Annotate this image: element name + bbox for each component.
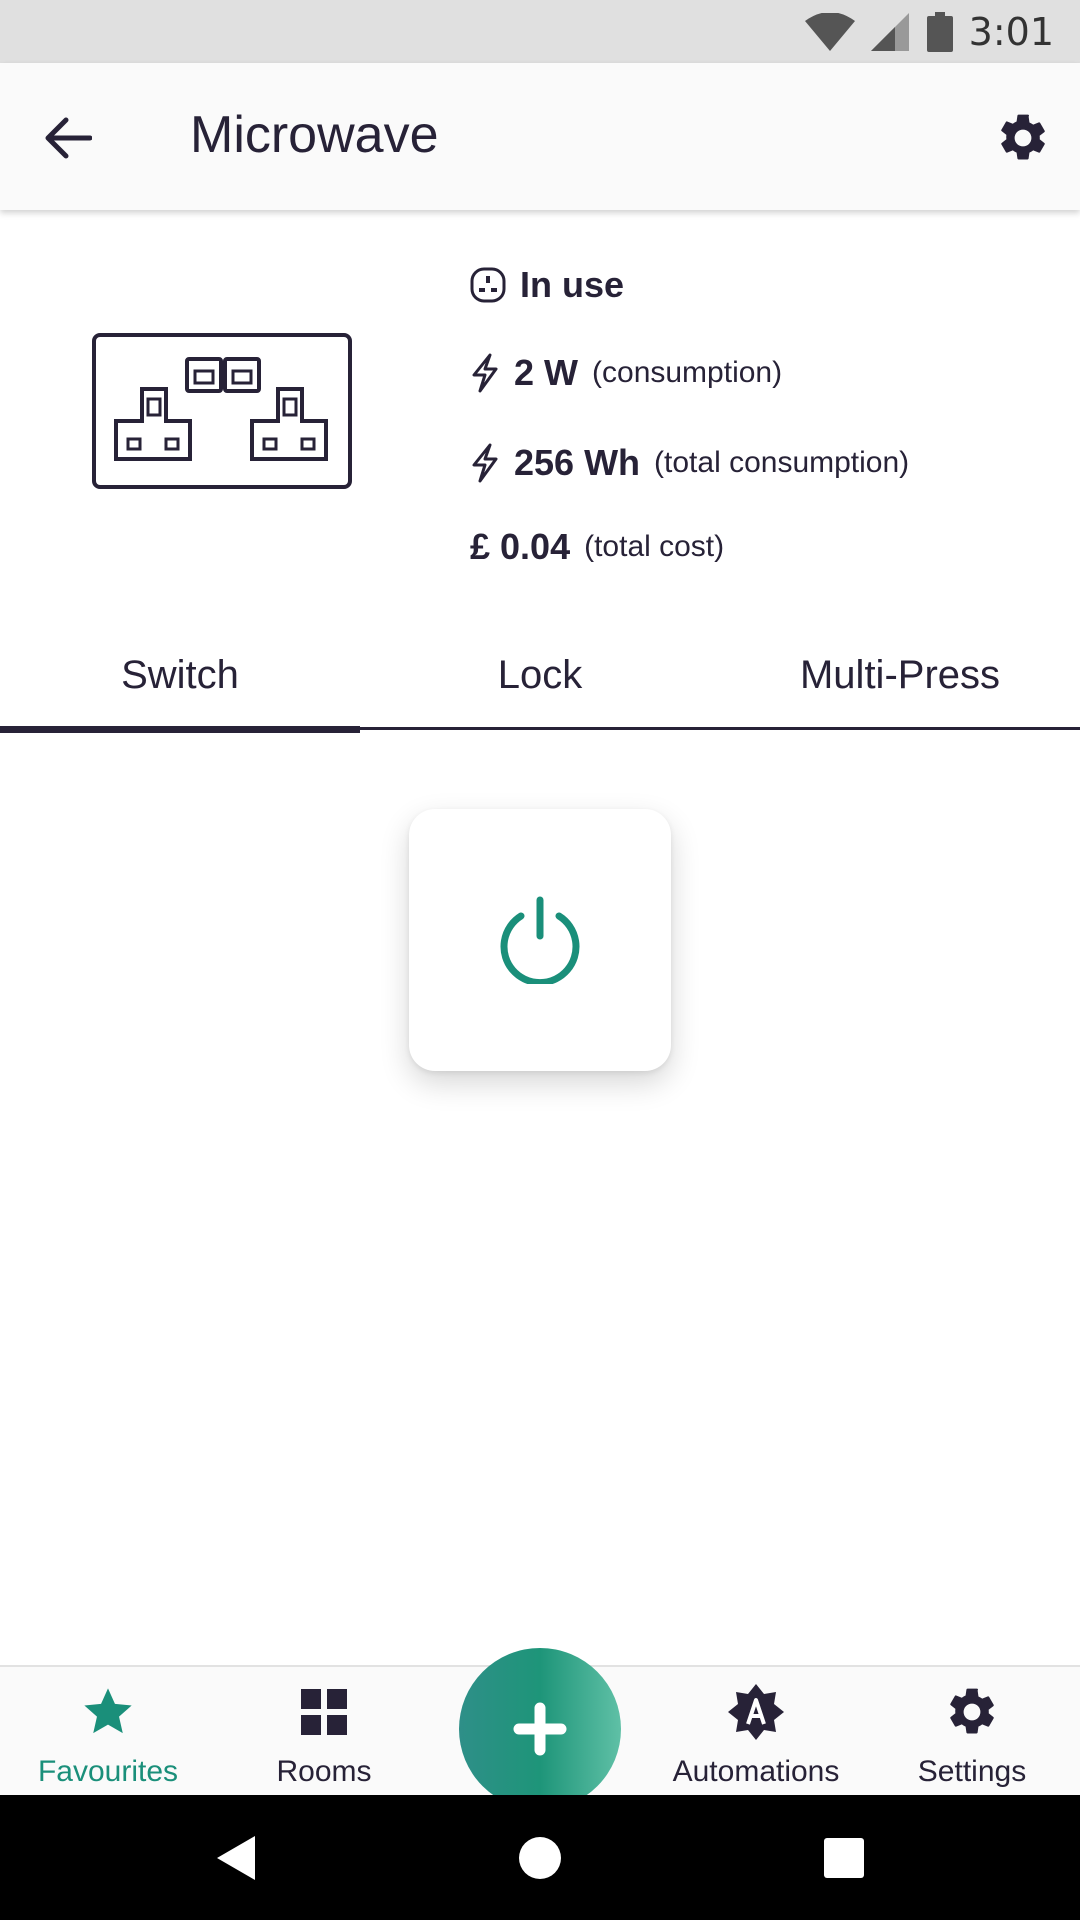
nav-label: Favourites [37,1755,179,1788]
automation-icon [726,1683,786,1741]
page-title: Microwave [190,106,439,164]
triangle-back-icon [217,1835,255,1880]
back-button[interactable] [38,108,98,168]
system-recents-button[interactable] [784,1795,904,1920]
power-toggle-button[interactable] [409,809,671,1071]
square-recents-icon [824,1837,864,1878]
nav-automations[interactable]: Automations [648,1667,864,1797]
grid-icon [301,1683,347,1741]
add-button[interactable] [459,1648,621,1810]
system-home-button[interactable] [480,1795,600,1920]
energy-value: 256 Wh [514,442,641,483]
bolt-icon [472,443,498,483]
plug-icon [470,267,506,303]
nav-label: Rooms [276,1755,372,1788]
bolt-icon [472,353,498,393]
device-status: In use [520,264,625,305]
system-navigation-bar [0,1795,1080,1920]
energy-label: (total consumption) [654,446,910,479]
tab-switch[interactable]: Switch [0,620,360,733]
plus-icon [513,1702,567,1756]
system-back-button[interactable] [176,1795,296,1920]
status-bar: 3:01 [0,0,1080,63]
status-row: In use [470,264,624,306]
energy-row: 256 Wh (total consumption) [470,442,909,484]
nav-label: Automations [672,1755,840,1788]
power-label: (consumption) [592,356,783,389]
clock: 3:01 [968,9,1054,54]
cost-value: £ 0.04 [470,526,571,567]
double-socket-icon [92,333,352,494]
device-settings-button[interactable] [992,107,1054,169]
star-icon [81,1683,135,1741]
nav-rooms[interactable]: Rooms [216,1667,432,1797]
wifi-icon [804,12,855,51]
tab-multi-press[interactable]: Multi-Press [720,620,1080,730]
power-icon [500,896,580,984]
gear-icon [1001,114,1045,160]
arrow-left-icon [45,117,92,159]
tab-bar: Switch Lock Multi-Press [0,620,1080,733]
cost-row: £ 0.04 (total cost) [470,526,724,568]
power-value: 2 W [514,352,579,393]
nav-label: Settings [917,1755,1027,1788]
signal-icon [870,12,911,51]
app-bar: Microwave [0,63,1080,210]
cost-label: (total cost) [584,530,725,563]
circle-home-icon [519,1836,561,1879]
power-row: 2 W (consumption) [470,352,782,394]
nav-settings[interactable]: Settings [864,1667,1080,1797]
gear-icon [944,1683,1000,1741]
battery-icon [926,11,953,52]
nav-favourites[interactable]: Favourites [0,1667,216,1797]
tab-lock[interactable]: Lock [360,620,720,730]
